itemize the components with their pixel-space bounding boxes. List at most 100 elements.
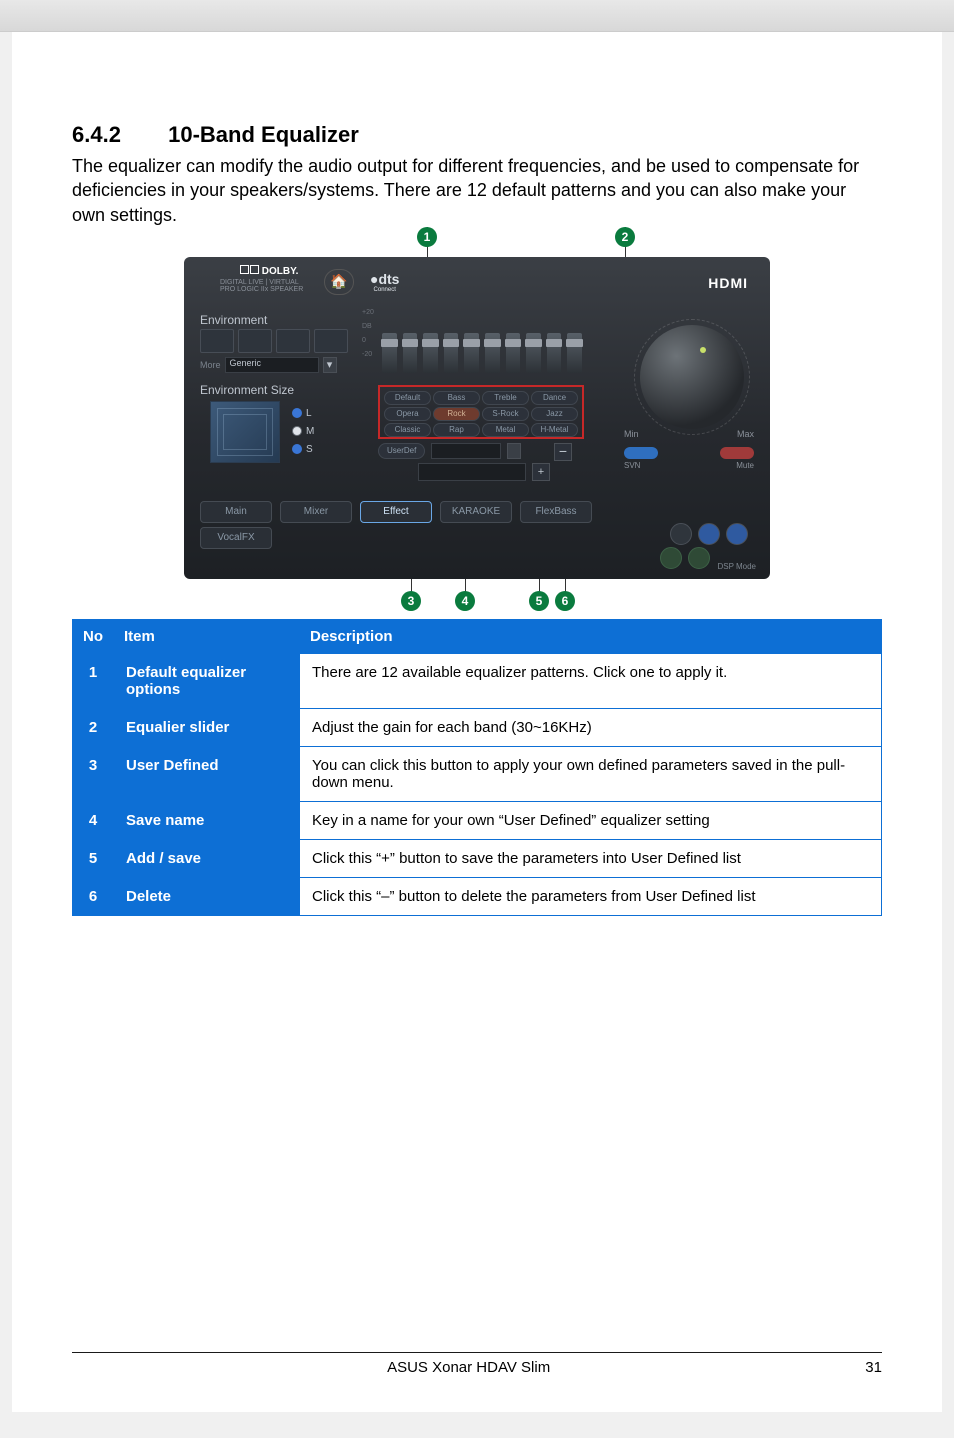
cell-desc: Click this “+” button to save the parame… xyxy=(300,839,882,877)
eq-band-slider[interactable] xyxy=(382,333,397,373)
size-radio-s[interactable]: S xyxy=(292,441,314,459)
environment-label: Environment xyxy=(200,313,267,327)
cell-desc: Click this “–” button to delete the para… xyxy=(300,877,882,915)
tab-main[interactable]: Main xyxy=(200,501,272,523)
tab-flexbass[interactable]: FlexBass xyxy=(520,501,592,523)
bottom-tabs: Main Mixer Effect KARAOKE FlexBass xyxy=(200,501,592,523)
callout-3: 3 xyxy=(401,591,421,611)
preset-button[interactable]: Bass xyxy=(433,391,480,405)
tab-karaoke[interactable]: KARAOKE xyxy=(440,501,512,523)
eq-tick: DB xyxy=(362,323,374,337)
env-size-label: Environment Size xyxy=(200,383,294,397)
size-m-label: M xyxy=(306,426,314,437)
chevron-down-icon[interactable] xyxy=(507,443,521,459)
add-save-button[interactable]: + xyxy=(532,463,550,481)
dolby-subtabs: DIGITAL LIVE | VIRTUAL PRO LOGIC IIx SPE… xyxy=(220,279,303,293)
size-radio-m[interactable]: M xyxy=(292,423,314,441)
home-icon[interactable]: 🏠 xyxy=(324,269,354,295)
description-table: No Item Description 1 Default equalizer … xyxy=(72,619,882,916)
room-size-graphic xyxy=(210,401,280,463)
userdef-select[interactable] xyxy=(431,443,501,459)
env-preset-button[interactable] xyxy=(200,329,234,353)
th-item: Item xyxy=(114,619,300,653)
env-preset-button[interactable] xyxy=(238,329,272,353)
preset-button[interactable]: Jazz xyxy=(531,407,578,421)
tab-vocalfx[interactable]: VocalFX xyxy=(200,527,272,549)
cell-item: Save name xyxy=(114,801,300,839)
eq-band-slider[interactable] xyxy=(403,333,418,373)
intro-paragraph: The equalizer can modify the audio outpu… xyxy=(72,154,882,227)
callout-2: 2 xyxy=(615,227,635,247)
save-name-input[interactable] xyxy=(418,463,526,481)
callout-4: 4 xyxy=(455,591,475,611)
eq-tick: 0 xyxy=(362,337,374,351)
dolby-sub: DIGITAL LIVE xyxy=(220,279,264,286)
tab-mixer[interactable]: Mixer xyxy=(280,501,352,523)
eq-band-slider[interactable] xyxy=(423,333,438,373)
environment-select[interactable]: Generic xyxy=(225,357,319,373)
mode-icon[interactable] xyxy=(698,523,720,545)
dolby-text: DOLBY. xyxy=(262,266,299,277)
th-desc: Description xyxy=(300,619,882,653)
footer-product: ASUS Xonar HDAV Slim xyxy=(387,1359,550,1376)
mode-icon[interactable] xyxy=(670,523,692,545)
eq-band-slider[interactable] xyxy=(547,333,562,373)
env-preset-button[interactable] xyxy=(276,329,310,353)
size-s-label: S xyxy=(306,444,313,455)
dts-sub: Connect xyxy=(370,287,399,293)
hdmi-label: HDMI xyxy=(708,275,748,291)
environment-dropdown: More Generic ▾ xyxy=(200,357,337,373)
chevron-down-icon[interactable]: ▾ xyxy=(323,357,337,373)
cell-item: User Defined xyxy=(114,746,300,801)
cell-item: Default equalizer options xyxy=(114,653,300,708)
eq-band-slider[interactable] xyxy=(485,333,500,373)
mode-icon[interactable] xyxy=(688,547,710,569)
userdef-button[interactable]: UserDef xyxy=(378,443,425,459)
size-radio-l[interactable]: L xyxy=(292,405,314,423)
preset-button[interactable]: Rock xyxy=(433,407,480,421)
env-preset-button[interactable] xyxy=(314,329,348,353)
dolby-sub: VIRTUAL xyxy=(269,279,298,286)
eq-band-slider[interactable] xyxy=(444,333,459,373)
eq-band-slider[interactable] xyxy=(526,333,541,373)
eq-band-slider[interactable] xyxy=(567,333,582,373)
table-row: 2 Equalier slider Adjust the gain for ea… xyxy=(73,708,882,746)
mode-icon[interactable] xyxy=(726,523,748,545)
userdef-row: UserDef xyxy=(378,443,521,459)
min-label: Min xyxy=(624,429,639,439)
preset-button[interactable]: Treble xyxy=(482,391,529,405)
cell-no: 6 xyxy=(73,877,114,915)
callout-6: 6 xyxy=(555,591,575,611)
preset-button[interactable]: Dance xyxy=(531,391,578,405)
preset-button[interactable]: S-Rock xyxy=(482,407,529,421)
svn-toggle[interactable] xyxy=(624,447,658,459)
eq-band-slider[interactable] xyxy=(464,333,479,373)
cell-desc: Key in a name for your own “User Defined… xyxy=(300,801,882,839)
cell-item: Add / save xyxy=(114,839,300,877)
cell-desc: Adjust the gain for each band (30~16KHz) xyxy=(300,708,882,746)
mute-label: Mute xyxy=(736,461,754,470)
section-number: 6.4.2 xyxy=(72,122,162,148)
preset-button[interactable]: Opera xyxy=(384,407,431,421)
preset-button[interactable]: Classic xyxy=(384,423,431,437)
screenshot-wrapper: 1 2 3 4 5 6 DOLBY. DIGITAL LIVE | VIRTUA… xyxy=(184,257,770,579)
preset-highlight: Default Bass Treble Dance Opera Rock S-R… xyxy=(378,385,584,439)
delete-button[interactable]: − xyxy=(554,443,572,461)
eq-band-slider[interactable] xyxy=(506,333,521,373)
preset-button[interactable]: Default xyxy=(384,391,431,405)
window-chrome xyxy=(0,0,954,32)
cell-item: Delete xyxy=(114,877,300,915)
preset-button[interactable]: Metal xyxy=(482,423,529,437)
mode-icon[interactable] xyxy=(660,547,682,569)
mute-toggle[interactable] xyxy=(720,447,754,459)
knob-indicator xyxy=(700,347,706,353)
table-row: 1 Default equalizer options There are 12… xyxy=(73,653,882,708)
section-heading: 6.4.2 10-Band Equalizer xyxy=(72,122,882,148)
dsp-mode-label: DSP Mode xyxy=(717,562,756,571)
preset-button[interactable]: Rap xyxy=(433,423,480,437)
tab-effect[interactable]: Effect xyxy=(360,501,432,523)
preset-button[interactable]: H-Metal xyxy=(531,423,578,437)
svn-mute-row xyxy=(624,447,754,459)
dts-text: dts xyxy=(378,271,399,287)
volume-knob[interactable] xyxy=(640,325,744,429)
